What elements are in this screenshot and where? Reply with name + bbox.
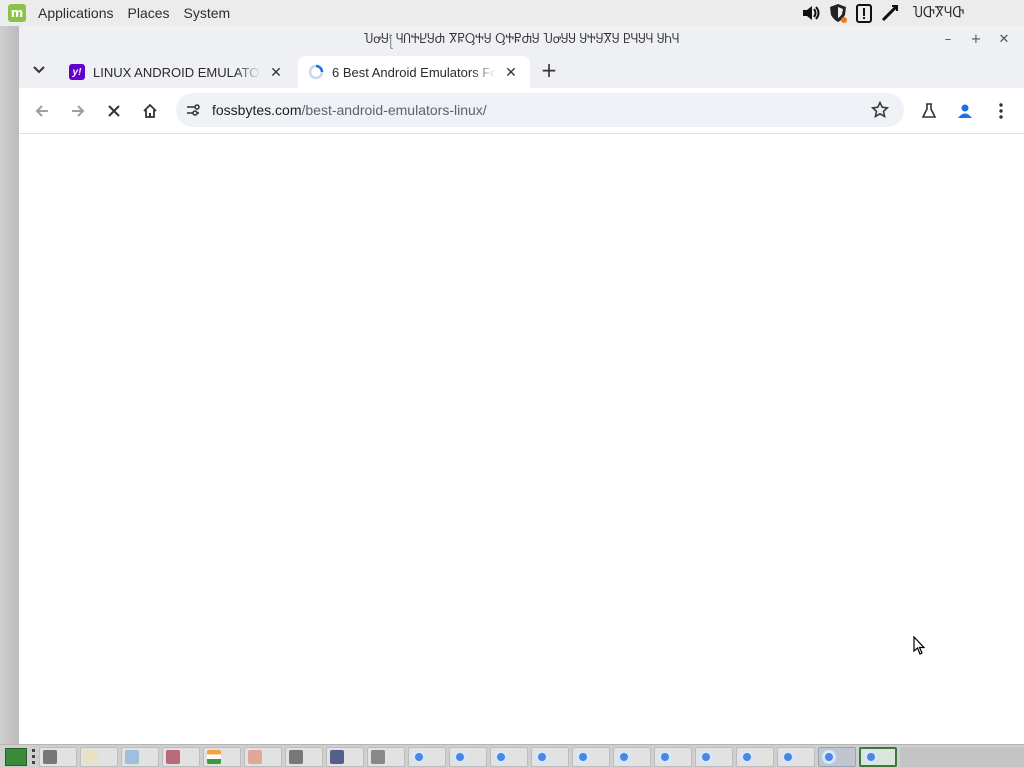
taskbar-item-window[interactable] xyxy=(285,746,323,767)
chrome-icon xyxy=(412,749,426,764)
volume-icon[interactable] xyxy=(801,2,823,24)
back-button[interactable] xyxy=(25,94,59,128)
taskbar-item-chrome[interactable] xyxy=(818,746,856,767)
tab-best-android-emulators[interactable]: 6 Best Android Emulators For Linux ✕ xyxy=(298,56,530,88)
taskbar xyxy=(0,744,1024,768)
chrome-icon xyxy=(535,749,549,764)
chrome-icon xyxy=(617,749,631,764)
taskbar-item-chrome[interactable] xyxy=(490,746,528,767)
taskbar-item-chrome[interactable] xyxy=(449,746,487,767)
taskbar-item-terminal[interactable] xyxy=(39,746,77,767)
flag-app-icon xyxy=(207,749,221,764)
taskbar-item-folder[interactable] xyxy=(80,746,118,767)
bookmark-star-icon[interactable] xyxy=(868,98,892,122)
taskbar-item-drive[interactable] xyxy=(367,746,405,767)
mint-menu-icon[interactable]: m xyxy=(8,4,26,22)
kebab-menu-icon xyxy=(999,103,1003,119)
network-icon[interactable] xyxy=(879,2,901,24)
drive-icon xyxy=(371,749,385,764)
taskbar-item-flag-app[interactable] xyxy=(203,746,241,767)
chrome-icon xyxy=(576,749,590,764)
show-desktop-button[interactable] xyxy=(5,747,27,766)
chrome-icon xyxy=(740,749,754,764)
taskbar-item-chrome[interactable] xyxy=(695,746,733,767)
taskbar-item-chrome[interactable] xyxy=(613,746,651,767)
applications-menu[interactable]: Applications xyxy=(31,5,121,21)
taskbar-item-media[interactable] xyxy=(162,746,200,767)
site-info-icon[interactable] xyxy=(180,97,206,123)
labs-button[interactable] xyxy=(912,94,946,128)
close-tab-icon[interactable]: ✕ xyxy=(267,63,285,81)
clock[interactable]: ႮႧႿႷႧ xyxy=(913,5,964,21)
tab-search-button[interactable] xyxy=(27,58,51,82)
image-viewer-icon xyxy=(125,749,139,764)
taskbar-item-chrome[interactable] xyxy=(531,746,569,767)
chrome-icon xyxy=(781,749,795,764)
url-host: fossbytes.com xyxy=(212,102,302,118)
minimize-button[interactable]: – xyxy=(934,28,962,50)
taskbar-item-chrome[interactable] xyxy=(408,746,446,767)
taskbar-item-monitor[interactable] xyxy=(326,746,364,767)
menu-button[interactable] xyxy=(984,94,1018,128)
new-tab-button[interactable]: + xyxy=(537,58,561,82)
places-menu[interactable]: Places xyxy=(121,5,177,21)
taskbar-item-image-viewer[interactable] xyxy=(121,746,159,767)
system-menu[interactable]: System xyxy=(177,5,238,21)
chrome-icon xyxy=(822,749,836,764)
chrome-icon xyxy=(658,749,672,764)
terminal-icon xyxy=(43,749,57,764)
window-title: ႮꝍႸ႞ ႷႶႵႾႸႻ ႿႼႳႵႸ ႳႵႼႻႸ ႮꝍႸႸ ႸႵႸႿႸ ႲႷႸႷ … xyxy=(363,31,680,46)
browser-window: ႮꝍႸ႞ ႷႶႵႾႸႻ ႿႼႳႵႸ ႳႵႼႻႸ ႮꝍႸႸ ႸႵႸႿႸ ႲႷႸႷ … xyxy=(18,26,1024,744)
top-panel: m Applications Places System ႮႧႿႷႧ xyxy=(0,0,1024,26)
home-button[interactable] xyxy=(133,94,167,128)
tab-title: 6 Best Android Emulators For Linux xyxy=(332,64,496,80)
close-window-button[interactable]: ✕ xyxy=(990,28,1018,50)
media-icon xyxy=(166,749,180,764)
tab-title: LINUX ANDROID EMULATOR xyxy=(93,64,261,80)
chrome-icon xyxy=(699,749,713,764)
taskbar-item-chrome[interactable] xyxy=(736,746,774,767)
tab-strip: y! LINUX ANDROID EMULATOR ✕ 6 Best Andro… xyxy=(19,52,1024,88)
window-titlebar[interactable]: ႮꝍႸ႞ ႷႶႵႾႸႻ ႿႼႳႵႸ ႳႵႼႻႸ ႮꝍႸႸ ႸႵႸႿႸ ႲႷႸႷ … xyxy=(19,26,1024,52)
profile-button[interactable] xyxy=(948,94,982,128)
chrome-icon xyxy=(864,749,878,764)
chevron-down-icon xyxy=(33,66,45,74)
monitor-icon xyxy=(330,749,344,764)
shield-icon[interactable] xyxy=(827,2,849,24)
back-arrow-icon xyxy=(35,104,48,117)
address-bar[interactable]: fossbytes.com/best-android-emulators-lin… xyxy=(176,93,904,127)
close-tab-icon[interactable]: ✕ xyxy=(502,63,520,81)
taskbar-item-tool[interactable] xyxy=(244,746,282,767)
system-tray: ႮႧႿႷႧ xyxy=(799,0,1024,26)
taskbar-separator xyxy=(31,748,35,766)
yahoo-favicon-icon: y! xyxy=(69,64,85,80)
forward-arrow-icon xyxy=(72,104,85,117)
taskbar-item-chrome[interactable] xyxy=(654,746,692,767)
tool-icon xyxy=(248,749,262,764)
url-path: /best-android-emulators-linux/ xyxy=(301,102,487,118)
close-icon xyxy=(108,104,120,117)
forward-button[interactable] xyxy=(61,94,95,128)
tab-linux-android-emulator[interactable]: y! LINUX ANDROID EMULATOR ✕ xyxy=(59,56,295,88)
stop-loading-button[interactable] xyxy=(97,94,131,128)
avatar-icon xyxy=(958,104,972,118)
page-content[interactable] xyxy=(19,134,1024,744)
window-icon xyxy=(289,749,303,764)
flask-icon xyxy=(921,103,937,118)
loading-spinner-icon xyxy=(308,64,324,80)
mouse-cursor-icon xyxy=(913,636,926,655)
home-icon xyxy=(143,103,157,118)
browser-toolbar: fossbytes.com/best-android-emulators-lin… xyxy=(19,88,1024,134)
chrome-icon xyxy=(494,749,508,764)
taskbar-item-chrome[interactable] xyxy=(777,746,815,767)
maximize-button[interactable]: + xyxy=(962,28,990,50)
chrome-icon xyxy=(453,749,467,764)
taskbar-item-chrome-current[interactable] xyxy=(859,746,897,767)
desktop-edge xyxy=(0,26,18,744)
alert-icon[interactable] xyxy=(853,2,875,24)
folder-icon xyxy=(84,749,98,764)
taskbar-item-chrome[interactable] xyxy=(572,746,610,767)
taskbar-empty-area xyxy=(900,746,1024,767)
